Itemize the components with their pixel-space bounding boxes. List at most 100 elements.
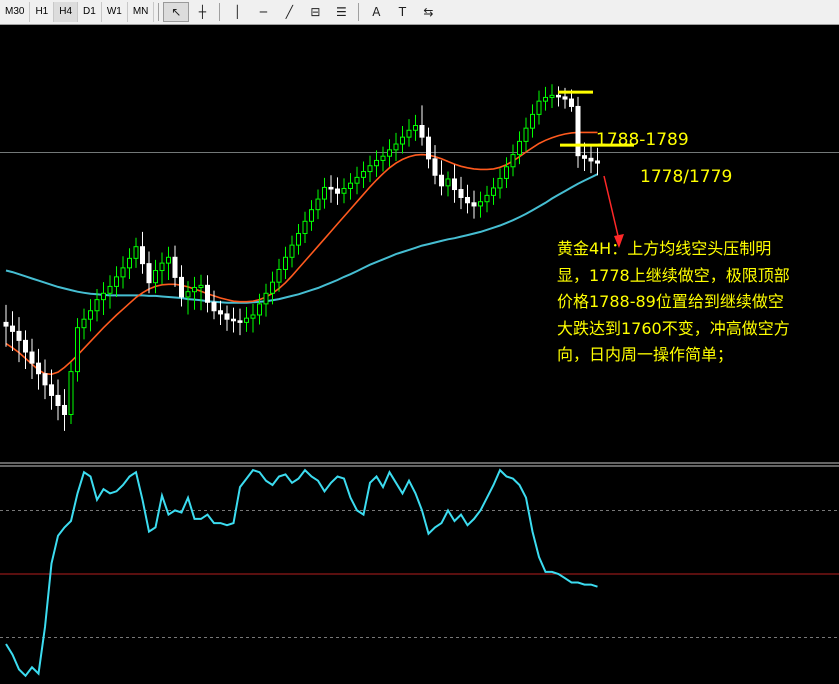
candle-down (16, 330, 22, 341)
candle-up (192, 286, 197, 293)
candle-down (3, 321, 9, 327)
candle-up (101, 292, 106, 301)
candle-up (263, 292, 269, 305)
candle-up (68, 371, 74, 415)
candle-up (510, 154, 516, 168)
candle-down (140, 246, 145, 265)
candle-down (465, 196, 470, 204)
candle-up (283, 256, 288, 270)
candle-up (81, 318, 87, 329)
candle-down (426, 136, 431, 160)
candle-up (406, 129, 412, 138)
candle-down (328, 186, 334, 190)
candle-down (439, 174, 444, 187)
candle-down (62, 404, 67, 415)
candle-up (393, 143, 399, 151)
candle-up (153, 270, 158, 284)
oscillator-line (5, 468, 598, 678)
candle-up (445, 178, 451, 187)
ma-slow-line (5, 173, 598, 304)
candle-down (582, 155, 587, 159)
candle-up (523, 127, 529, 142)
candle-up (302, 220, 308, 234)
candle-down (218, 310, 223, 315)
note-line: 向，日内周一操作简单； (557, 345, 734, 364)
candle-up (374, 159, 379, 167)
candle-down (146, 263, 152, 284)
candle-up (387, 149, 392, 157)
candle-up (309, 209, 314, 222)
candle-up (536, 100, 542, 115)
candle-down (231, 318, 236, 322)
candle-down (432, 158, 438, 176)
candle-down (471, 202, 477, 207)
candle-down (458, 189, 464, 198)
candle-up (289, 244, 295, 258)
candle-down (205, 284, 210, 303)
candle-down (49, 384, 54, 396)
candle-down (575, 105, 581, 157)
candle-up (270, 281, 275, 294)
note-line: 黄金4H：上方均线空头压制明 (557, 239, 772, 258)
candle-up (94, 299, 100, 312)
candle-down (569, 98, 574, 107)
candle-up (166, 256, 171, 264)
candle-down (36, 362, 41, 375)
candle-down (335, 188, 340, 194)
candle-up (296, 232, 301, 246)
candle-up (276, 268, 282, 283)
candle-down (179, 276, 184, 298)
candle-down (55, 394, 61, 406)
candle-up (315, 198, 321, 211)
candle-up (114, 276, 119, 287)
candle-up (88, 310, 93, 320)
arrow-line (603, 175, 620, 241)
candle-up (491, 187, 496, 196)
candle-up (120, 267, 126, 278)
note-line: 价格1788-89位置给到继续做空 (557, 292, 784, 311)
candle-down (419, 125, 425, 138)
candle-up (250, 314, 256, 319)
candle-down (562, 96, 568, 100)
candle-up (75, 327, 80, 373)
candle-up (497, 177, 503, 189)
candle-down (556, 94, 561, 98)
candle-down (29, 351, 35, 364)
candle-up (400, 136, 405, 145)
candle-down (42, 373, 48, 386)
candle-up (127, 257, 132, 269)
note-line: 大跌达到1760不变，冲高做空方 (557, 318, 790, 338)
candle-up (367, 165, 373, 173)
candle-up (244, 317, 249, 323)
level-label-low: 1778/1779 (640, 167, 733, 187)
candle-up (341, 187, 347, 194)
candle-up (361, 171, 366, 178)
candle-up (198, 284, 204, 288)
candle-down (23, 339, 28, 353)
candle-up (543, 96, 548, 102)
candle-up (257, 303, 262, 316)
candle-down (237, 320, 243, 323)
candle-up (530, 113, 535, 129)
level-label-high: 1788-1789 (596, 130, 689, 150)
note-line: 显，1778上继续做空，极限顶部 (557, 265, 790, 285)
candle-up (354, 176, 360, 184)
candle-down (452, 178, 457, 191)
candle-up (413, 125, 418, 131)
candle-up (517, 140, 522, 156)
candle-up (348, 182, 353, 189)
candle-up (504, 166, 509, 179)
candle-down (224, 313, 230, 320)
candle-down (595, 160, 600, 164)
candle-up (484, 194, 490, 203)
candle-down (588, 157, 594, 162)
candle-up (322, 186, 327, 200)
candle-down (10, 325, 15, 332)
candle-up (380, 155, 386, 161)
candle-up (159, 262, 165, 272)
candle-up (107, 285, 113, 294)
candle-up (185, 291, 191, 298)
candle-up (478, 201, 483, 207)
candle-up (549, 94, 555, 98)
candle-down (172, 256, 178, 278)
